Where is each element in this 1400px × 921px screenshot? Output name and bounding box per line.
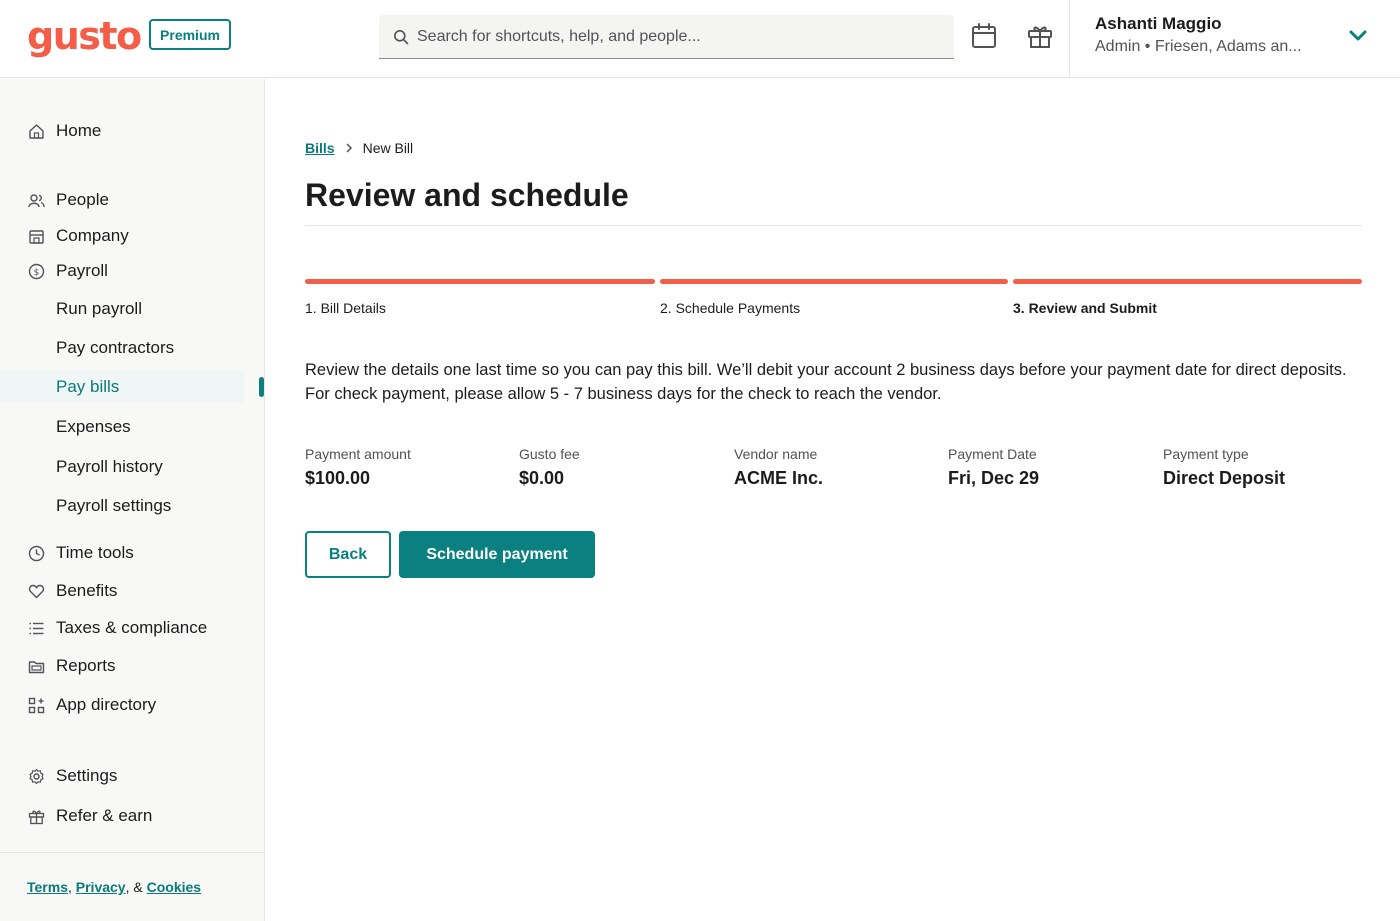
field-value: Direct Deposit — [1163, 468, 1286, 488]
header-divider — [1069, 0, 1070, 78]
premium-badge[interactable]: Premium — [149, 19, 231, 50]
sidebar-footer: Terms, Privacy, & Cookies — [0, 852, 264, 921]
chevron-down-icon[interactable] — [1348, 28, 1368, 44]
sidebar-item-label: Expenses — [56, 417, 131, 436]
sidebar-item-people[interactable]: People — [0, 189, 264, 211]
field-label: Payment Date — [948, 446, 1037, 462]
sidebar-item-label: Pay bills — [56, 377, 120, 396]
step-progress-bar-1 — [305, 279, 655, 284]
heart-icon — [28, 584, 45, 598]
user-role[interactable]: Admin • Friesen, Adams an... — [1095, 38, 1302, 56]
gusto-logo[interactable]: gusto — [27, 14, 142, 58]
breadcrumb: Bills New Bill — [305, 140, 413, 156]
payment-amount-field: Payment amount $100.00 — [305, 446, 411, 489]
payment-date-field: Payment Date Fri, Dec 29 — [948, 446, 1039, 489]
legal-links: Terms, Privacy, & Cookies — [27, 879, 201, 895]
field-value: ACME Inc. — [734, 468, 824, 488]
sidebar-item-label: Benefits — [56, 581, 118, 600]
page-title: Review and schedule — [305, 177, 629, 213]
home-icon — [29, 123, 44, 139]
sidebar-item-taxes[interactable]: Taxes & compliance — [0, 617, 264, 639]
sidebar-item-pay-bills[interactable]: Pay bills — [0, 371, 244, 403]
sidebar-item-label: Pay contractors — [56, 338, 175, 357]
search-icon — [394, 29, 409, 44]
user-name[interactable]: Ashanti Maggio — [1095, 14, 1222, 34]
sidebar-item-label: Taxes & compliance — [56, 618, 208, 637]
field-value: Fri, Dec 29 — [948, 468, 1040, 488]
sidebar-item-label: Reports — [56, 656, 116, 675]
search-input[interactable] — [417, 27, 937, 46]
gift-icon — [28, 810, 45, 824]
svg-text:$: $ — [34, 268, 40, 278]
sidebar-item-reports[interactable]: Reports — [0, 655, 264, 677]
sidebar-item-app-directory[interactable]: App directory — [0, 694, 264, 716]
sidebar-item-benefits[interactable]: Benefits — [0, 580, 264, 602]
sidebar-item-payroll[interactable]: $ Payroll — [0, 260, 264, 282]
field-label: Gusto fee — [519, 446, 580, 462]
schedule-payment-button[interactable]: Schedule payment — [399, 531, 595, 578]
apps-icon — [28, 697, 45, 713]
clock-icon — [28, 545, 45, 561]
search-bar[interactable] — [379, 15, 954, 59]
active-indicator — [259, 377, 264, 397]
gusto-fee-field: Gusto fee $0.00 — [519, 446, 580, 489]
sidebar-item-label: Payroll settings — [56, 496, 172, 515]
sidebar-item-payroll-settings[interactable]: Payroll settings — [0, 495, 264, 517]
step-label-review-submit: 3. Review and Submit — [1013, 300, 1157, 316]
sidebar-item-payroll-history[interactable]: Payroll history — [0, 456, 264, 478]
sidebar-item-settings[interactable]: Settings — [0, 765, 264, 787]
calendar-icon[interactable] — [970, 22, 998, 50]
step-label-schedule-payments: 2. Schedule Payments — [660, 300, 801, 316]
company-icon — [29, 229, 44, 244]
sidebar: Home People Company $ Payroll Run payrol… — [0, 79, 265, 921]
field-value: $0.00 — [519, 468, 565, 488]
sidebar-item-label: Run payroll — [56, 299, 142, 318]
step-progress-bar-3 — [1013, 279, 1362, 284]
payment-type-field: Payment type Direct Deposit — [1163, 446, 1285, 489]
list-icon — [29, 622, 44, 634]
sidebar-item-label: Payroll history — [56, 457, 163, 476]
field-label: Payment type — [1163, 446, 1249, 462]
chevron-right-icon — [346, 143, 352, 153]
privacy-link[interactable]: Privacy — [76, 879, 126, 895]
payroll-icon: $ — [28, 263, 45, 279]
sidebar-item-label: Home — [56, 121, 102, 140]
field-label: Vendor name — [734, 446, 818, 462]
step-progress-bar-2 — [660, 279, 1008, 284]
folder-icon — [28, 660, 45, 673]
vendor-name-field: Vendor name ACME Inc. — [734, 446, 823, 489]
review-description: Review the details one last time so you … — [305, 361, 1347, 403]
separator: , & — [125, 879, 143, 895]
gift-icon[interactable] — [1026, 22, 1054, 50]
sidebar-item-label: Settings — [56, 766, 118, 785]
terms-link[interactable]: Terms — [27, 879, 68, 895]
gear-icon — [29, 768, 44, 784]
breadcrumb-bills-link[interactable]: Bills — [305, 140, 335, 156]
sidebar-item-pay-contractors[interactable]: Pay contractors — [0, 337, 264, 359]
field-label: Payment amount — [305, 446, 411, 462]
sidebar-item-label: People — [56, 190, 109, 209]
field-value: $100.00 — [305, 468, 371, 488]
sidebar-item-run-payroll[interactable]: Run payroll — [0, 298, 264, 320]
sidebar-item-label: Time tools — [56, 543, 134, 562]
sidebar-item-label: Payroll — [56, 261, 108, 280]
sidebar-item-home[interactable]: Home — [0, 120, 264, 142]
cookies-link[interactable]: Cookies — [147, 879, 201, 895]
people-icon — [28, 193, 45, 207]
sidebar-item-company[interactable]: Company — [0, 225, 264, 247]
sidebar-item-label: Company — [56, 226, 129, 245]
title-divider — [305, 225, 1362, 226]
breadcrumb-current: New Bill — [362, 140, 414, 156]
step-label-bill-details: 1. Bill Details — [305, 300, 386, 316]
back-button[interactable]: Back — [305, 531, 391, 578]
top-header: gusto Premium Ashanti Maggio Admin • Fri… — [0, 0, 1400, 78]
sidebar-item-label: Refer & earn — [56, 806, 153, 825]
sidebar-item-refer-earn[interactable]: Refer & earn — [0, 805, 264, 827]
separator: , — [67, 879, 72, 895]
sidebar-item-expenses[interactable]: Expenses — [0, 416, 264, 438]
sidebar-item-time-tools[interactable]: Time tools — [0, 542, 264, 564]
sidebar-item-label: App directory — [56, 695, 157, 714]
